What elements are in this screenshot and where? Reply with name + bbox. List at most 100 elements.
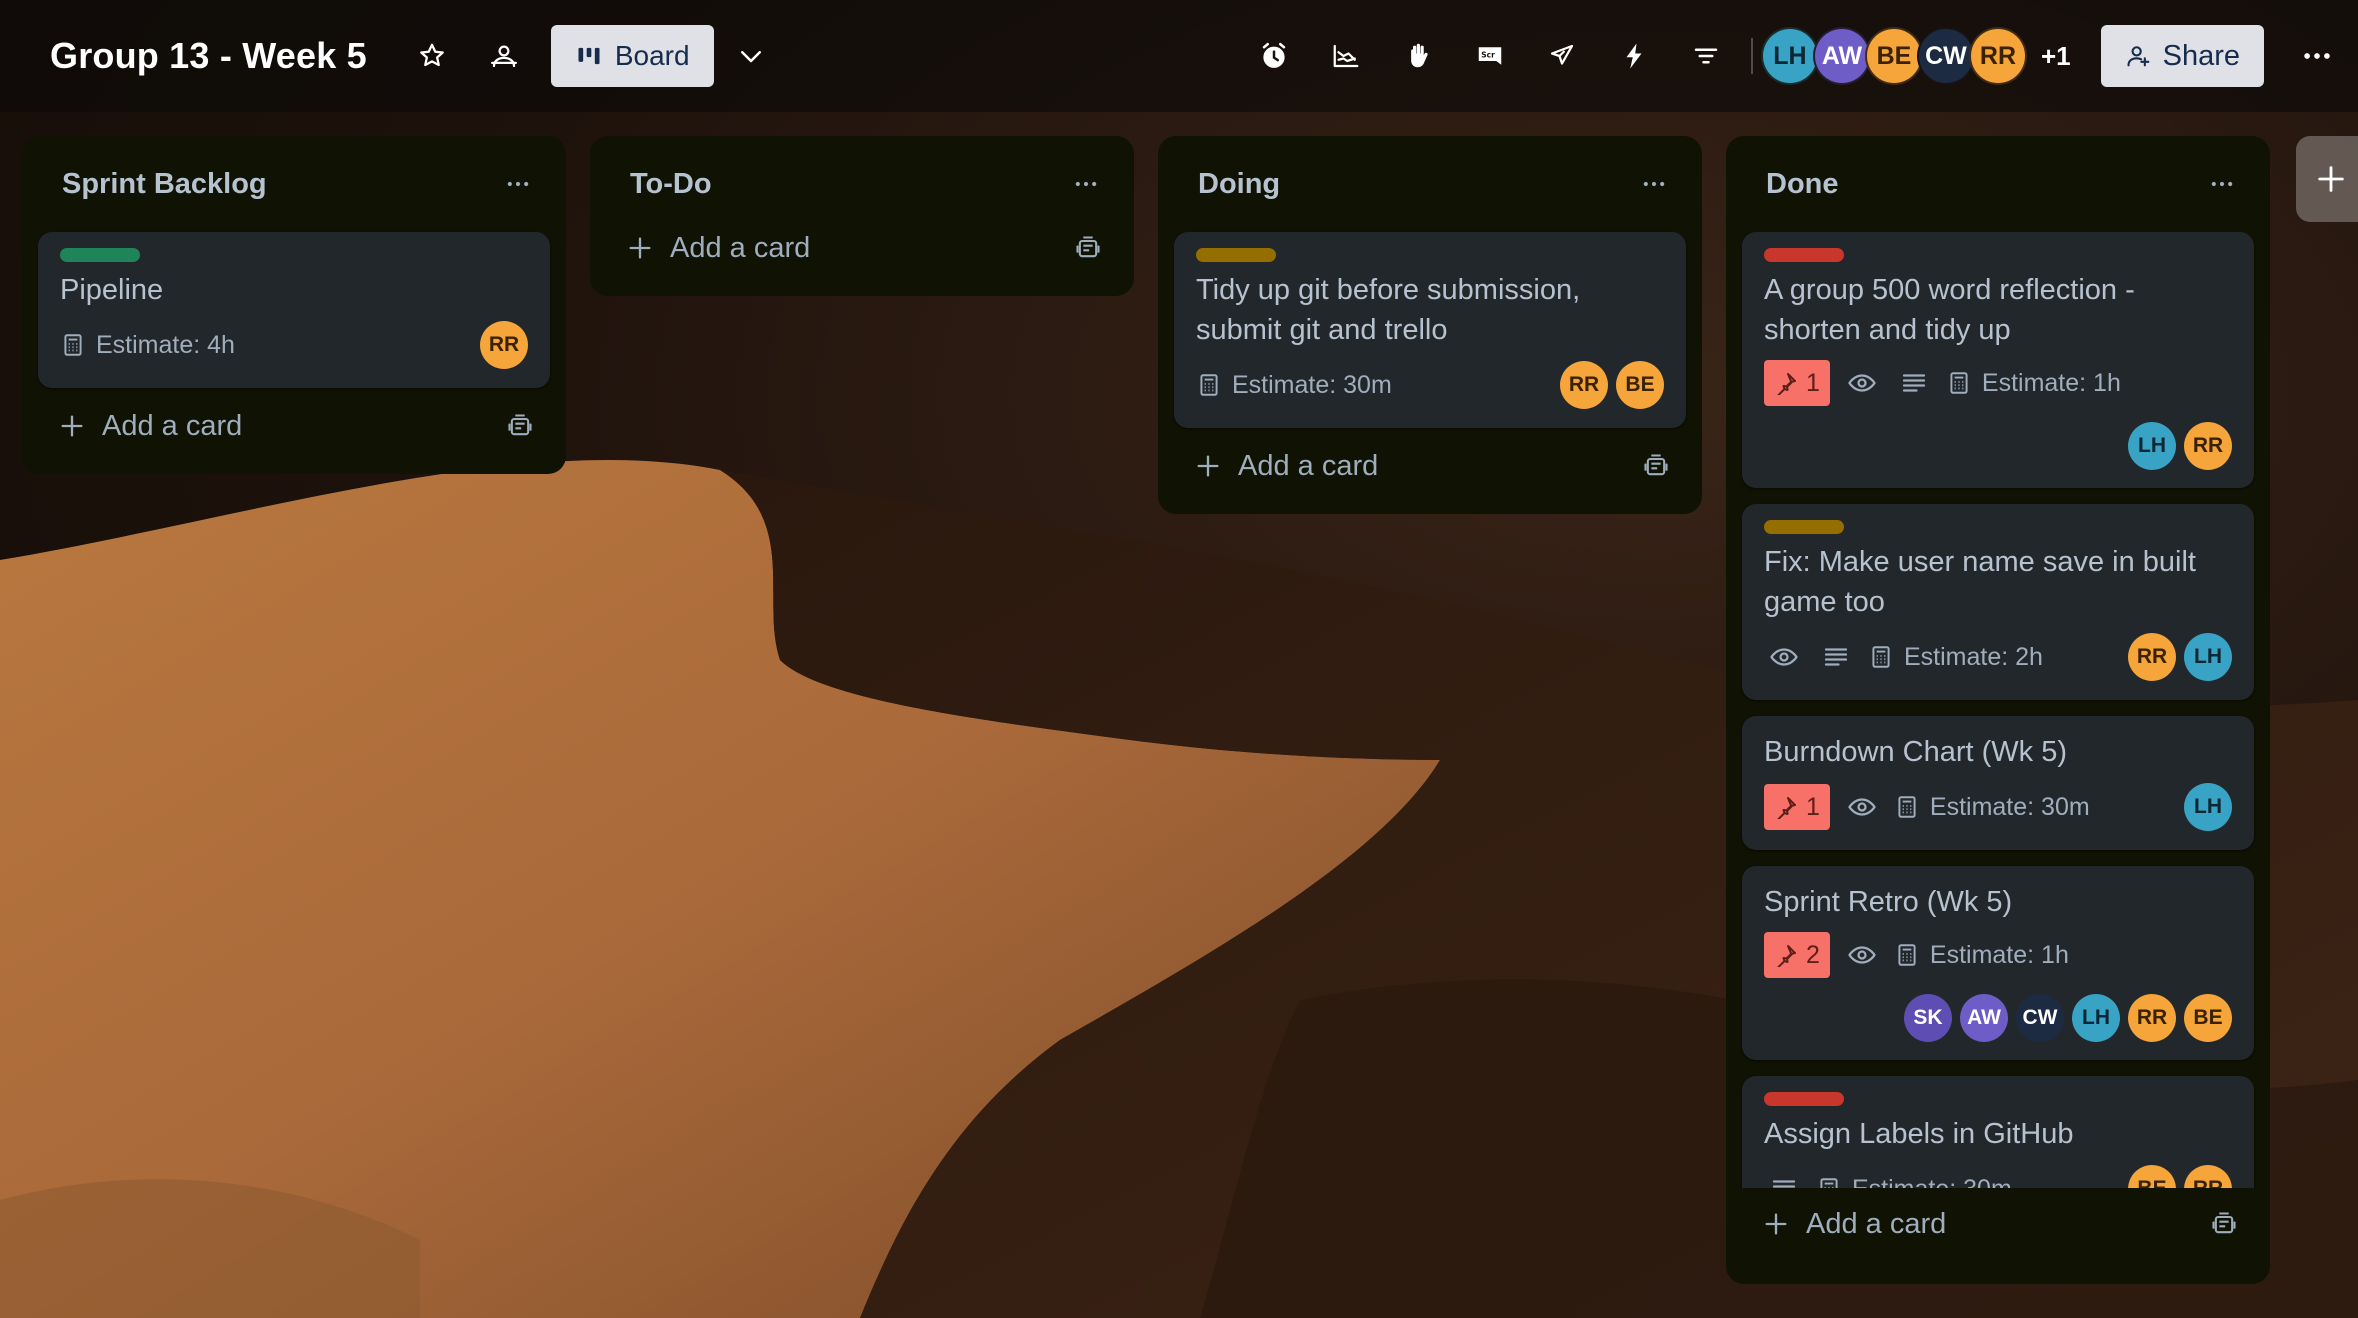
card-badges: Estimate: 2h RR LH	[1764, 632, 2232, 682]
card[interactable]: Burndown Chart (Wk 5) 1 Estimate: 30m LH	[1742, 716, 2254, 850]
avatar[interactable]: AW	[1960, 994, 2008, 1042]
list-title[interactable]: To-Do	[630, 168, 712, 201]
add-card-button[interactable]: Add a card	[606, 218, 1118, 278]
card-label[interactable]	[1196, 248, 1276, 262]
card[interactable]: Tidy up git before submission, submit gi…	[1174, 232, 1686, 428]
hand-icon[interactable]	[1395, 33, 1441, 79]
avatar[interactable]: RR	[1560, 361, 1608, 409]
list-title[interactable]: Sprint Backlog	[62, 168, 267, 201]
card-template-icon[interactable]	[506, 412, 534, 440]
estimate-text: Estimate: 1h	[1929, 940, 2069, 969]
avatar[interactable]: BE	[2128, 1165, 2176, 1188]
avatar[interactable]: LH	[2128, 422, 2176, 470]
calculator-icon	[1894, 942, 1920, 968]
filter-icon[interactable]	[1683, 33, 1729, 79]
avatar[interactable]: BE	[2184, 994, 2232, 1042]
card[interactable]: Sprint Retro (Wk 5) 2 Estimate: 1h SK AW…	[1742, 866, 2254, 1060]
pin-count: 1	[1806, 368, 1820, 397]
pin-count: 1	[1806, 792, 1820, 821]
estimate-text: Estimate: 30m	[1232, 370, 1392, 399]
card[interactable]: Fix: Make user name save in built game t…	[1742, 504, 2254, 700]
add-card-button[interactable]: Add a card	[1174, 436, 1686, 496]
card-title: Burndown Chart (Wk 5)	[1764, 736, 2067, 768]
avatar[interactable]: LH	[2072, 994, 2120, 1042]
avatar[interactable]: RR	[2128, 633, 2176, 681]
list-title[interactable]: Doing	[1198, 168, 1280, 201]
card-label[interactable]	[60, 248, 140, 262]
avatar[interactable]: LH	[2184, 783, 2232, 831]
estimate-badge: Estimate: 1h	[1946, 363, 2121, 403]
estimate-text: Estimate: 1h	[1981, 368, 2121, 397]
add-list-button[interactable]	[2296, 136, 2358, 222]
rocket-icon[interactable]	[1539, 33, 1585, 79]
add-card-button[interactable]: Add a card	[38, 396, 550, 456]
list-menu-icon[interactable]	[1630, 160, 1678, 208]
avatar[interactable]: CW	[2016, 994, 2064, 1042]
card[interactable]: Assign Labels in GitHub Estimate: 30m BE…	[1742, 1076, 2254, 1188]
description-icon	[1894, 363, 1934, 403]
add-card-button[interactable]: Add a card	[1742, 1194, 2254, 1254]
description-icon	[1764, 1169, 1804, 1188]
bolt-icon[interactable]	[1611, 33, 1657, 79]
list-title[interactable]: Done	[1766, 168, 1839, 201]
avatar[interactable]: RR	[480, 321, 528, 369]
card-label[interactable]	[1764, 248, 1844, 262]
card[interactable]: Pipeline Estimate: 4h RR	[38, 232, 550, 388]
avatar[interactable]: RR	[2128, 994, 2176, 1042]
share-label: Share	[2162, 39, 2240, 72]
header-divider	[1750, 38, 1753, 74]
pin-badge[interactable]: 2	[1764, 932, 1830, 978]
plus-icon	[1762, 1210, 1790, 1238]
card-label[interactable]	[1764, 1092, 1844, 1106]
power-ups-bar: Scr	[1251, 33, 1729, 79]
list-header: Done	[1726, 136, 2270, 232]
add-card-label: Add a card	[102, 409, 243, 442]
more-members-count[interactable]: +1	[2041, 41, 2071, 72]
pin-badge[interactable]: 1	[1764, 360, 1830, 406]
calculator-icon	[1816, 1176, 1842, 1188]
card-template-icon[interactable]	[2210, 1210, 2238, 1238]
card[interactable]: A group 500 word reflection - shorten an…	[1742, 232, 2254, 488]
estimate-text: Estimate: 30m	[1852, 1175, 2012, 1189]
pin-icon	[1774, 371, 1798, 395]
more-options-icon[interactable]	[2288, 27, 2346, 85]
avatar[interactable]: CW	[1916, 27, 1975, 85]
header-actions: Scr LH AW BE CW RR +1 Share	[1251, 0, 2358, 112]
chart-icon[interactable]	[1323, 33, 1369, 79]
estimate-badge: Estimate: 30m	[1816, 1169, 2012, 1188]
card-members: LH RR	[1764, 422, 2232, 470]
clock-icon[interactable]	[1251, 33, 1297, 79]
board-view-label: Board	[614, 40, 690, 71]
pin-badge[interactable]: 1	[1764, 784, 1830, 830]
scrum-icon[interactable]: Scr	[1467, 33, 1513, 79]
card-template-icon[interactable]	[1642, 452, 1670, 480]
avatar[interactable]: RR	[2184, 1165, 2232, 1188]
list-done: Done A group 500 word reflection - short…	[1726, 136, 2270, 1284]
avatar[interactable]: BE	[1864, 27, 1923, 85]
card-template-icon[interactable]	[1074, 234, 1102, 262]
list-menu-icon[interactable]	[1062, 160, 1110, 208]
avatar[interactable]: RR	[2184, 422, 2232, 470]
card-badges: 2 Estimate: 1h SK AW CW LH RR BE	[1764, 932, 2232, 1042]
list-sprint-backlog: Sprint Backlog Pipeline Estimate: 4h RR …	[22, 136, 566, 474]
avatar[interactable]: LH	[2184, 633, 2232, 681]
avatar[interactable]: LH	[1760, 27, 1819, 85]
card-members: SK AW CW LH RR BE	[1764, 994, 2232, 1042]
list-menu-icon[interactable]	[2198, 160, 2246, 208]
share-button[interactable]: Share	[2100, 25, 2264, 87]
estimate-badge: Estimate: 30m	[1894, 787, 2090, 827]
star-icon[interactable]	[409, 33, 455, 79]
avatar[interactable]: SK	[1904, 994, 1952, 1042]
avatar[interactable]: AW	[1812, 27, 1871, 85]
board-title[interactable]: Group 13 - Week 5	[50, 35, 367, 77]
list-menu-icon[interactable]	[494, 160, 542, 208]
card-label[interactable]	[1764, 520, 1844, 534]
board-view-button[interactable]: Board	[550, 25, 714, 87]
avatar[interactable]: RR	[1968, 27, 2027, 85]
list-header: Sprint Backlog	[22, 136, 566, 232]
avatar[interactable]: BE	[1616, 361, 1664, 409]
chevron-down-icon[interactable]	[728, 33, 774, 79]
card-badges: Estimate: 30m BE RR	[1764, 1164, 2232, 1188]
card-list[interactable]: A group 500 word reflection - shorten an…	[1726, 232, 2270, 1188]
workspace-visible-icon[interactable]	[481, 33, 527, 79]
